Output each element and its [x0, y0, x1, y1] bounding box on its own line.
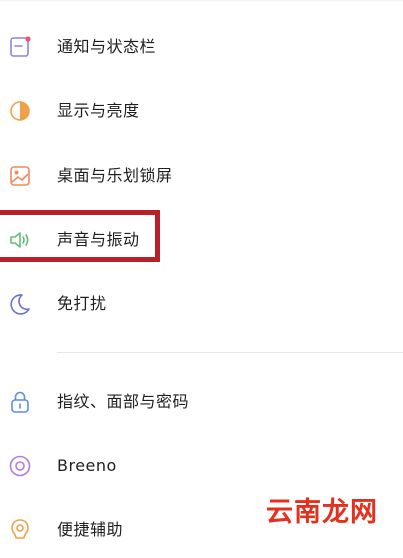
- settings-item-label: 便捷辅助: [57, 520, 124, 539]
- settings-item-do-not-disturb[interactable]: 免打扰: [0, 276, 403, 332]
- notification-icon: [7, 34, 33, 60]
- settings-item-notifications[interactable]: 通知与状态栏: [0, 19, 403, 75]
- settings-item-breeno[interactable]: Breeno: [0, 438, 403, 494]
- assist-icon: [7, 517, 33, 543]
- settings-item-label: 指纹、面部与密码: [57, 392, 190, 411]
- settings-item-label: Breeno: [57, 456, 117, 475]
- settings-item-label: 显示与亮度: [57, 101, 140, 120]
- lock-icon: [7, 389, 33, 415]
- settings-item-sound[interactable]: 声音与振动: [0, 212, 403, 268]
- breeno-icon: [7, 453, 33, 479]
- brightness-icon: [7, 98, 33, 124]
- watermark: 云南龙网: [266, 497, 378, 528]
- top-divider: [0, 0, 403, 1]
- settings-item-desktop[interactable]: 桌面与乐划锁屏: [0, 148, 403, 204]
- settings-item-security[interactable]: 指纹、面部与密码: [0, 374, 403, 430]
- settings-item-label: 通知与状态栏: [57, 37, 157, 56]
- wallpaper-icon: [7, 163, 33, 189]
- moon-icon: [7, 291, 33, 317]
- sound-icon: [7, 227, 33, 253]
- settings-item-label: 桌面与乐划锁屏: [57, 166, 173, 185]
- settings-item-label: 免打扰: [57, 294, 107, 313]
- settings-item-label: 声音与振动: [57, 230, 140, 249]
- settings-item-display[interactable]: 显示与亮度: [0, 83, 403, 139]
- section-divider: [57, 352, 403, 353]
